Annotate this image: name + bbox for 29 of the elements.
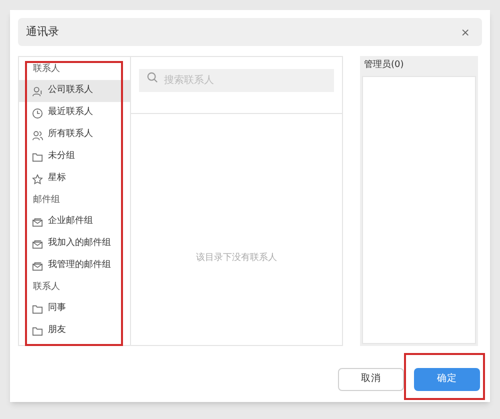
envelope-icon: [32, 238, 43, 250]
section-label: 联系人: [32, 280, 61, 294]
empty-message: 该目录下没有联系人: [196, 252, 277, 265]
person-icon: [32, 86, 43, 96]
sidebar-item[interactable]: 同事: [19, 298, 130, 320]
star-icon: [32, 174, 43, 184]
sidebar-item[interactable]: 未分组: [19, 146, 130, 168]
folder-icon: [32, 304, 43, 314]
panel-title: 管理员(0): [363, 58, 405, 72]
search-icon: [147, 72, 158, 83]
sidebar-item[interactable]: 我管理的邮件组: [19, 255, 130, 277]
envelope-icon: [32, 216, 43, 228]
clock-icon: [32, 108, 43, 118]
sidebar-item[interactable]: 所有联系人: [19, 124, 130, 146]
folder-icon: [32, 326, 43, 336]
sidebar-item[interactable]: 最近联系人: [19, 102, 130, 124]
sidebar-item[interactable]: 企业邮件组: [19, 211, 130, 233]
folder-icon: [32, 152, 43, 162]
sidebar-item[interactable]: 星标: [19, 168, 130, 190]
close-button[interactable]: ×: [456, 26, 474, 38]
dialog-title: 通讯录: [26, 24, 59, 40]
people-icon: [32, 130, 43, 140]
section-label: 邮件组: [32, 194, 61, 207]
cancel-button[interactable]: 取消: [338, 368, 404, 391]
sidebar-item[interactable]: 公司联系人: [19, 80, 130, 102]
section-label: 联系人: [32, 62, 61, 76]
envelope-icon: [32, 260, 43, 272]
sidebar-item[interactable]: 我加入的邮件组: [19, 233, 130, 255]
sidebar-item[interactable]: 朋友: [19, 320, 130, 342]
